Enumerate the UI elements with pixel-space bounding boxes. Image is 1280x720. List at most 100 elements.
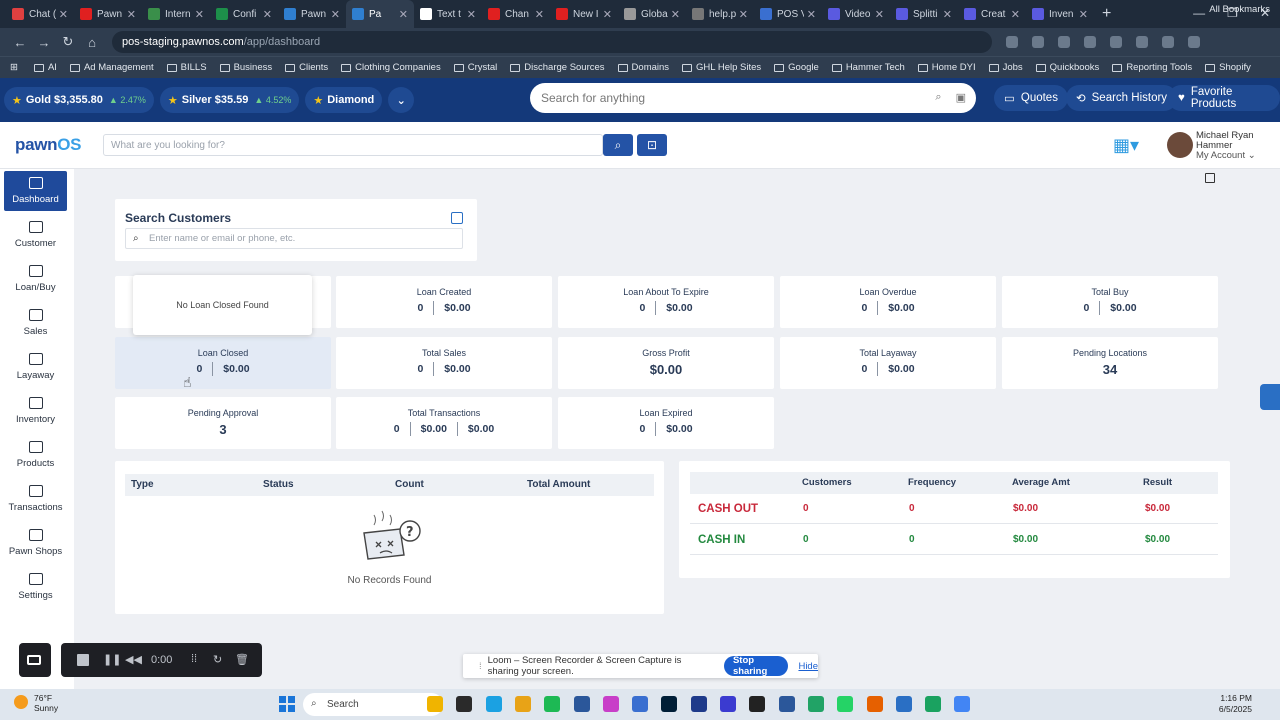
close-tab-icon[interactable]: ✕ — [127, 8, 136, 21]
extension-icon[interactable] — [1188, 36, 1200, 48]
close-tab-icon[interactable]: ✕ — [59, 8, 68, 21]
gold-price-pill[interactable]: ★ Gold $3,355.80 ▲ 2.47% — [4, 87, 154, 113]
sidebar-item-sales[interactable]: Sales — [4, 303, 67, 343]
bookmark-folder[interactable]: Crystal — [453, 62, 497, 73]
browser-tab[interactable]: Intern ✕ — [142, 0, 210, 28]
chrome-icon[interactable] — [954, 696, 971, 712]
calendar-icon[interactable] — [1205, 173, 1215, 183]
avatar[interactable] — [1167, 132, 1193, 158]
search-history-button[interactable]: ⟲ Search History — [1066, 85, 1178, 111]
extension-icon[interactable] — [1006, 36, 1018, 48]
extension-icon[interactable] — [1058, 36, 1070, 48]
drag-handle-icon[interactable]: ⁞ — [479, 661, 482, 672]
close-tab-icon[interactable]: ✕ — [603, 8, 612, 21]
close-tab-icon[interactable]: ✕ — [331, 8, 340, 21]
chrome-icon[interactable] — [925, 696, 942, 712]
firefox-icon[interactable] — [866, 696, 883, 712]
bookmark-folder[interactable]: GHL Help Sites — [682, 62, 761, 73]
bookmark-folder[interactable]: Jobs — [988, 62, 1023, 73]
app-icon[interactable] — [720, 696, 736, 712]
sidebar-item-settings[interactable]: Settings — [4, 567, 67, 607]
close-tab-icon[interactable]: ✕ — [195, 8, 204, 21]
sidebar-item-pawn-shops[interactable]: Pawn Shops — [4, 523, 67, 563]
widgets-icon[interactable] — [485, 696, 502, 712]
sidebar-item-products[interactable]: Products — [4, 435, 67, 475]
stat-loan-closed[interactable]: Loan Closed 0 $0.00 — [115, 337, 331, 389]
stat-total-sales[interactable]: Total Sales 0 $0.00 — [336, 337, 552, 389]
close-tab-icon[interactable]: ✕ — [671, 8, 680, 21]
bookmark-folder[interactable]: Ad Management — [69, 62, 154, 73]
bookmark-folder[interactable]: Clothing Companies — [341, 62, 441, 73]
stat-total-buy[interactable]: Total Buy 0 $0.00 — [1002, 276, 1218, 328]
copilot-icon[interactable] — [427, 696, 443, 712]
word-icon[interactable] — [778, 696, 795, 712]
browser-tab[interactable]: Splitti ✕ — [890, 0, 958, 28]
close-tab-icon[interactable]: ✕ — [535, 8, 544, 21]
stat-loan-expired[interactable]: Loan Expired 0 $0.00 — [558, 397, 774, 449]
browser-tab[interactable]: Confi ✕ — [210, 0, 278, 28]
quotes-button[interactable]: ▭ Quotes — [994, 85, 1068, 111]
photoshop-icon[interactable] — [661, 696, 678, 712]
edit-icon[interactable] — [451, 212, 463, 224]
sidebar-item-customer[interactable]: Customer — [4, 215, 67, 255]
url-field[interactable]: pos-staging.pawnos.com/app/dashboard — [112, 31, 992, 53]
bookmark-folder[interactable]: Business — [219, 62, 272, 73]
extension-icon[interactable] — [1162, 36, 1174, 48]
extension-icon[interactable] — [1136, 36, 1148, 48]
all-bookmarks[interactable]: All Bookmarks — [1209, 4, 1270, 15]
ticker-expand-button[interactable]: ⌄ — [388, 87, 415, 113]
bookmark-folder[interactable]: Shopify — [1205, 62, 1251, 73]
file-explorer-icon[interactable] — [514, 696, 531, 712]
global-search-input[interactable]: Search for anything ⌕ ▣ — [530, 83, 976, 113]
back-icon[interactable]: ← — [8, 35, 32, 50]
bookmark-folder[interactable]: Hammer Tech — [831, 62, 905, 73]
excel-icon[interactable] — [807, 696, 824, 712]
minimize-icon[interactable]: — — [1193, 6, 1205, 20]
stat-total-transactions[interactable]: Total Transactions 0 $0.00 $0.00 — [336, 397, 552, 449]
browser-tab[interactable]: POS V✕ — [754, 0, 822, 28]
close-tab-icon[interactable]: ✕ — [943, 8, 952, 21]
browser-tab[interactable]: Video ✕ — [822, 0, 890, 28]
diamond-pill[interactable]: ★ Diamond — [305, 87, 383, 113]
table-row[interactable]: CASH IN 0 0 $0.00 $0.00 — [690, 525, 1218, 555]
weather-widget[interactable]: 76°F Sunny — [14, 693, 58, 713]
stat-loan-about-to-expire[interactable]: Loan About To Expire 0 $0.00 — [558, 276, 774, 328]
bookmark-folder[interactable]: Discharge Sources — [510, 62, 605, 73]
photos-icon[interactable] — [602, 696, 619, 712]
close-tab-icon[interactable]: ✕ — [467, 8, 476, 21]
stat-pending-approval[interactable]: Pending Approval 3 — [115, 397, 331, 449]
image-search-icon[interactable]: ▣ — [956, 91, 966, 104]
browser-tab[interactable]: Pawn ✕ — [278, 0, 346, 28]
stat-loan-overdue[interactable]: Loan Overdue 0 $0.00 — [780, 276, 996, 328]
stat-pending-locations[interactable]: Pending Locations 34 — [1002, 337, 1218, 389]
sidebar-item-dashboard[interactable]: Dashboard — [4, 171, 67, 211]
sidebar-item-transactions[interactable]: Transactions — [4, 479, 67, 519]
close-tab-icon[interactable]: ✕ — [399, 8, 408, 21]
browser-tab[interactable]: Inven ✕ — [1026, 0, 1094, 28]
stat-loan-created[interactable]: Loan Created 0 $0.00 — [336, 276, 552, 328]
browser-tab[interactable]: Chan ✕ — [482, 0, 550, 28]
close-tab-icon[interactable]: ✕ — [807, 8, 816, 21]
new-tab-icon[interactable]: + — [1102, 5, 1111, 23]
silver-price-pill[interactable]: ★ Silver $35.59 ▲ 4.52% — [159, 87, 300, 113]
stat-gross-profit[interactable]: Gross Profit $0.00 — [558, 337, 774, 389]
taskbar-search[interactable]: ⌕ Search — [303, 693, 443, 716]
close-tab-icon[interactable]: ✕ — [263, 8, 272, 21]
loom-camera-button[interactable] — [19, 643, 51, 677]
bookmark-folder[interactable]: Google — [774, 62, 819, 73]
bookmark-folder[interactable]: Domains — [617, 62, 669, 73]
lightroom-icon[interactable] — [690, 696, 707, 712]
bookmark-folder[interactable]: Home DYI — [917, 62, 976, 73]
edge-icon[interactable] — [895, 696, 912, 712]
rewind-icon[interactable]: ◀◀ — [125, 653, 142, 666]
apps-grid-icon[interactable]: ⊞ — [10, 62, 18, 73]
capcut-icon[interactable] — [749, 696, 766, 712]
pause-icon[interactable]: ❚❚ — [103, 653, 121, 666]
browser-tab[interactable]: New I ✕ — [550, 0, 618, 28]
browser-tab[interactable]: Pawn ✕ — [74, 0, 142, 28]
stat-total-layaway[interactable]: Total Layaway 0 $0.00 — [780, 337, 996, 389]
scan-button[interactable]: ⊡ — [637, 134, 667, 156]
stop-sharing-button[interactable]: Stop sharing — [723, 655, 789, 677]
start-button[interactable] — [279, 696, 295, 712]
browser-tab[interactable]: help.p ✕ — [686, 0, 754, 28]
